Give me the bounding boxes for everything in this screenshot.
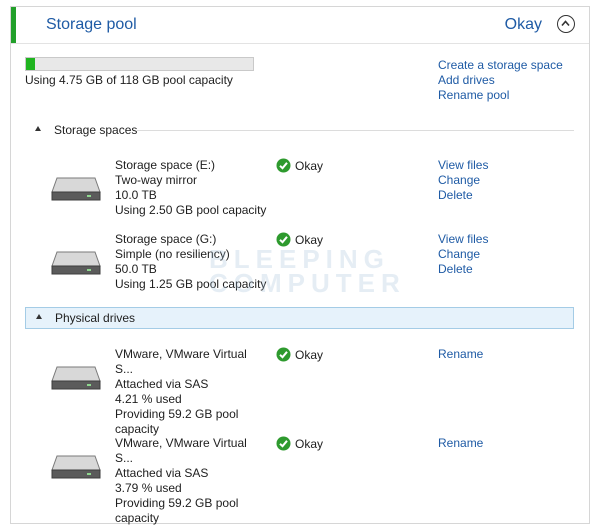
storage-spaces-section-header[interactable]: Storage spaces	[25, 120, 574, 142]
collapse-triangle-icon	[36, 314, 42, 319]
section-label: Physical drives	[55, 311, 136, 325]
storage-space-type: Two-way mirror	[115, 173, 198, 187]
drive-providing-cont: capacity	[115, 422, 160, 436]
status: Okay	[276, 232, 323, 248]
section-divider	[137, 130, 574, 131]
hard-drive-icon	[51, 366, 101, 390]
physical-drives-section-header[interactable]: Physical drives	[25, 307, 574, 329]
storage-space-actions: View files Change Delete	[438, 232, 488, 277]
storage-space-item: Storage space (E:) Two-way mirror 10.0 T…	[11, 158, 591, 228]
capacity-progress-fill	[26, 58, 36, 70]
collapse-triangle-icon	[35, 126, 41, 131]
create-storage-space-link[interactable]: Create a storage space	[438, 58, 563, 73]
drive-used: 4.21 % used	[115, 392, 182, 406]
view-files-link[interactable]: View files	[438, 158, 488, 173]
hard-drive-icon	[51, 251, 101, 275]
physical-drive-item: VMware, VMware Virtual S... Attached via…	[11, 347, 591, 436]
storage-space-usage: Using 2.50 GB pool capacity	[115, 203, 267, 217]
storage-pool-panel: Storage pool Okay Using 4.75 GB of 118 G…	[10, 6, 591, 525]
check-circle-icon	[276, 232, 291, 247]
view-files-link[interactable]: View files	[438, 232, 488, 247]
storage-space-name: Storage space (E:)	[115, 158, 216, 172]
capacity-text: Using 4.75 GB of 118 GB pool capacity	[25, 73, 233, 87]
status: Okay	[276, 347, 323, 363]
storage-space-usage: Using 1.25 GB pool capacity	[115, 277, 267, 291]
drive-name: VMware, VMware Virtual S...	[115, 347, 247, 376]
physical-drive-actions: Rename	[438, 347, 483, 362]
status-accent-bar	[11, 7, 16, 43]
storage-space-info: Storage space (E:) Two-way mirror 10.0 T…	[115, 158, 267, 218]
check-circle-icon	[276, 158, 291, 173]
drive-providing-cont: capacity	[115, 511, 160, 525]
storage-space-name: Storage space (G:)	[115, 232, 217, 246]
physical-drive-actions: Rename	[438, 436, 483, 451]
check-circle-icon	[276, 436, 291, 451]
physical-drive-info: VMware, VMware Virtual S... Attached via…	[115, 347, 267, 437]
storage-space-type: Simple (no resiliency)	[115, 247, 230, 261]
drive-connection: Attached via SAS	[115, 466, 209, 480]
section-label: Storage spaces	[54, 123, 138, 137]
capacity-progress-bar	[25, 57, 254, 71]
pool-title: Storage pool	[46, 16, 137, 33]
rename-drive-link[interactable]: Rename	[438, 347, 483, 362]
pool-actions: Create a storage space Add drives Rename…	[438, 58, 563, 103]
delete-link[interactable]: Delete	[438, 188, 488, 203]
physical-drive-info: VMware, VMware Virtual S... Attached via…	[115, 436, 267, 526]
drive-name: VMware, VMware Virtual S...	[115, 436, 247, 465]
delete-link[interactable]: Delete	[438, 262, 488, 277]
drive-connection: Attached via SAS	[115, 377, 209, 391]
physical-drive-item: VMware, VMware Virtual S... Attached via…	[11, 436, 591, 525]
hard-drive-icon	[51, 177, 101, 201]
pool-status: Okay	[504, 16, 542, 33]
panel-header: Storage pool Okay	[11, 7, 589, 44]
add-drives-link[interactable]: Add drives	[438, 73, 563, 88]
status-text: Okay	[295, 233, 324, 247]
storage-space-actions: View files Change Delete	[438, 158, 488, 203]
drive-providing: Providing 59.2 GB pool	[115, 407, 239, 421]
chevron-up-icon[interactable]	[557, 15, 575, 33]
hard-drive-icon	[51, 455, 101, 479]
status-text: Okay	[295, 437, 324, 451]
rename-drive-link[interactable]: Rename	[438, 436, 483, 451]
storage-space-size: 10.0 TB	[115, 188, 157, 202]
status-text: Okay	[295, 348, 324, 362]
change-link[interactable]: Change	[438, 247, 488, 262]
check-circle-icon	[276, 347, 291, 362]
status: Okay	[276, 436, 323, 452]
storage-space-item: Storage space (G:) Simple (no resiliency…	[11, 232, 591, 302]
status: Okay	[276, 158, 323, 174]
status-text: Okay	[295, 159, 324, 173]
storage-space-info: Storage space (G:) Simple (no resiliency…	[115, 232, 267, 292]
storage-space-size: 50.0 TB	[115, 262, 157, 276]
drive-providing: Providing 59.2 GB pool	[115, 496, 239, 510]
drive-used: 3.79 % used	[115, 481, 182, 495]
rename-pool-link[interactable]: Rename pool	[438, 88, 563, 103]
change-link[interactable]: Change	[438, 173, 488, 188]
